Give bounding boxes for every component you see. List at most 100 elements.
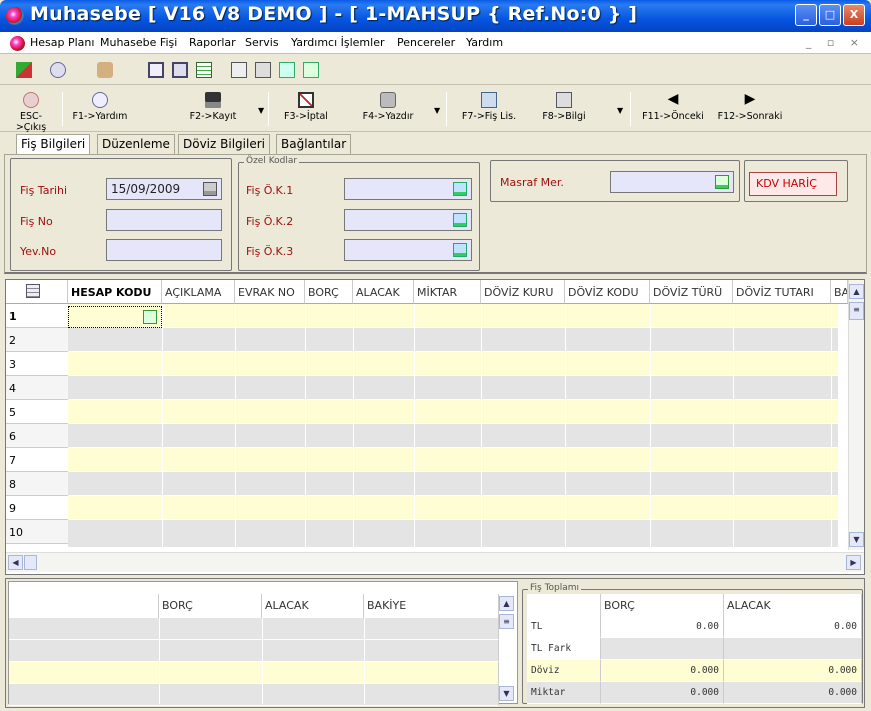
- col-evrak-no[interactable]: EVRAK NO: [235, 280, 305, 304]
- summary-col-alacak[interactable]: ALACAK: [262, 594, 364, 618]
- exit-icon[interactable]: [16, 62, 32, 78]
- col-doviz-kuru[interactable]: DÖVİZ KURU: [481, 280, 565, 304]
- summary-row[interactable]: [9, 684, 499, 706]
- scroll-thumb[interactable]: ≡: [849, 302, 864, 320]
- col-alacak[interactable]: ALACAK: [353, 280, 414, 304]
- fis-no-field[interactable]: [106, 209, 222, 231]
- scroll-right-icon[interactable]: ▶: [846, 555, 861, 570]
- col-ba[interactable]: BA: [831, 280, 848, 304]
- summary-row[interactable]: [9, 662, 499, 684]
- report-icon[interactable]: [231, 62, 247, 78]
- horizontal-scrollbar[interactable]: [6, 552, 864, 572]
- vertical-scrollbar[interactable]: [848, 280, 864, 550]
- table-row[interactable]: [68, 448, 838, 472]
- lookup-icon[interactable]: [453, 213, 467, 227]
- row-header-7[interactable]: 7: [6, 448, 68, 472]
- table-row[interactable]: [68, 352, 838, 376]
- f2-kayit-button[interactable]: F2->Kayıt: [183, 90, 243, 130]
- menu-pencereler[interactable]: Pencereler: [397, 36, 455, 49]
- table-row[interactable]: [68, 520, 838, 548]
- yazdir-dropdown-arrow[interactable]: ▼: [434, 106, 440, 115]
- summary-row[interactable]: [9, 640, 499, 662]
- calendar-icon[interactable]: [203, 182, 217, 196]
- col-doviz-kodu[interactable]: DÖVİZ KODU: [565, 280, 650, 304]
- lookup-icon[interactable]: [143, 310, 157, 324]
- summary-col-borc[interactable]: BORÇ: [159, 594, 262, 618]
- ok1-field[interactable]: [344, 178, 472, 200]
- lookup-icon[interactable]: [715, 175, 729, 189]
- tab-baglantilar[interactable]: Bağlantılar: [276, 134, 352, 154]
- f8-bilgi-button[interactable]: F8->Bilgi: [534, 90, 594, 130]
- calc-icon[interactable]: [303, 62, 319, 78]
- row-header-3[interactable]: 3: [6, 352, 68, 376]
- menu-yardim[interactable]: Yardım: [466, 36, 503, 49]
- scroll-up-icon[interactable]: ▲: [849, 284, 864, 299]
- menu-hesap-plani[interactable]: Hesap Planı: [30, 36, 94, 49]
- bilgi-dropdown-arrow[interactable]: ▼: [617, 106, 623, 115]
- close-button[interactable]: X: [843, 4, 865, 26]
- row-header-2[interactable]: 2: [6, 328, 68, 352]
- tab-fis-bilgileri[interactable]: Fiş Bilgileri: [16, 134, 91, 154]
- row-header-4[interactable]: 4: [6, 376, 68, 400]
- table-row[interactable]: [68, 328, 838, 352]
- summary-row[interactable]: [9, 618, 499, 640]
- row-header-10[interactable]: 10: [6, 520, 68, 544]
- hscroll-thumb[interactable]: [24, 555, 37, 570]
- f7-fis-lis-button[interactable]: F7->Fiş Lis.: [452, 90, 526, 130]
- table-row[interactable]: [68, 304, 838, 328]
- table-row[interactable]: [68, 400, 838, 424]
- esc-cikis-button[interactable]: ESC->Çıkış: [6, 90, 56, 133]
- f11-onceki-button[interactable]: ◀ F11->Önceki: [636, 90, 710, 130]
- summary-col-bakiye[interactable]: BAKİYE: [364, 594, 499, 618]
- ok2-field[interactable]: [344, 209, 472, 231]
- scroll-left-icon[interactable]: ◀: [8, 555, 23, 570]
- window-tile-icon[interactable]: [172, 62, 188, 78]
- f3-iptal-button[interactable]: F3->İptal: [276, 90, 336, 130]
- table-row[interactable]: [68, 376, 838, 400]
- masraf-field[interactable]: [610, 171, 734, 193]
- row-header-6[interactable]: 6: [6, 424, 68, 448]
- mdi-controls[interactable]: _ ▫ ×: [806, 36, 865, 49]
- table-row[interactable]: [68, 496, 838, 520]
- col-aciklama[interactable]: AÇIKLAMA: [162, 280, 235, 304]
- col-miktar[interactable]: MİKTAR: [414, 280, 481, 304]
- maximize-button[interactable]: □: [819, 4, 841, 26]
- window-icon[interactable]: [148, 62, 164, 78]
- lookup-icon[interactable]: [453, 182, 467, 196]
- lookup-icon[interactable]: [453, 243, 467, 257]
- document-icon[interactable]: [10, 36, 25, 51]
- sheet-icon[interactable]: [196, 62, 212, 78]
- fis-tarihi-field[interactable]: 15/09/2009: [106, 178, 222, 200]
- help-icon[interactable]: [50, 62, 66, 78]
- f4-yazdir-button[interactable]: F4->Yazdır: [358, 90, 418, 130]
- copy-icon[interactable]: [279, 62, 295, 78]
- row-header-9[interactable]: 9: [6, 496, 68, 520]
- table-row[interactable]: [68, 424, 838, 448]
- summary-scroll-up-icon[interactable]: ▲: [499, 596, 514, 611]
- col-hesap-kodu[interactable]: HESAP KODU: [68, 280, 162, 304]
- kayit-dropdown-arrow[interactable]: ▼: [258, 106, 264, 115]
- summary-scroll-thumb[interactable]: ≡: [499, 614, 514, 629]
- tab-duzenleme[interactable]: Düzenleme: [97, 134, 175, 154]
- grid-corner[interactable]: [6, 280, 68, 304]
- row-header-5[interactable]: 5: [6, 400, 68, 424]
- report2-icon[interactable]: [255, 62, 271, 78]
- row-header-8[interactable]: 8: [6, 472, 68, 496]
- kdv-status[interactable]: KDV HARİÇ: [749, 172, 837, 196]
- tab-doviz-bilgileri[interactable]: Döviz Bilgileri: [178, 134, 270, 154]
- yev-no-field[interactable]: [106, 239, 222, 261]
- active-cell[interactable]: [68, 306, 162, 328]
- ok3-field[interactable]: [344, 239, 472, 261]
- minimize-button[interactable]: _: [795, 4, 817, 26]
- col-doviz-turu[interactable]: DÖVİZ TÜRÜ: [650, 280, 733, 304]
- menu-muhasebe-fisi[interactable]: Muhasebe Fişi: [100, 36, 177, 49]
- menu-servis[interactable]: Servis: [245, 36, 279, 49]
- menu-raporlar[interactable]: Raporlar: [189, 36, 236, 49]
- tools-icon[interactable]: [97, 62, 113, 78]
- table-row[interactable]: [68, 472, 838, 496]
- summary-scroll-down-icon[interactable]: ▼: [499, 686, 514, 701]
- f1-yardim-button[interactable]: F1->Yardım: [70, 90, 130, 130]
- row-header-1[interactable]: 1: [6, 304, 68, 328]
- scroll-down-icon[interactable]: ▼: [849, 532, 864, 547]
- f12-sonraki-button[interactable]: ▶ F12->Sonraki: [712, 90, 788, 130]
